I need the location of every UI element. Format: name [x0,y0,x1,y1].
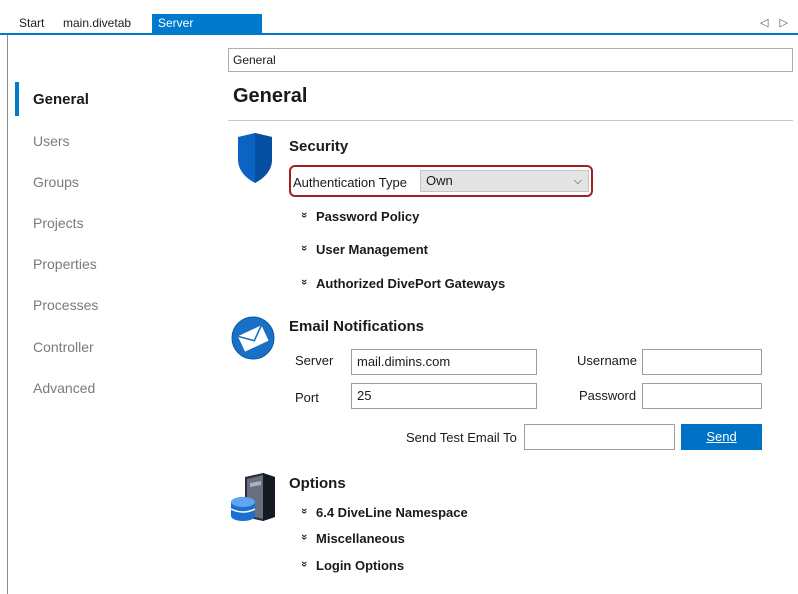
login-options-toggle[interactable]: » Login Options [298,558,404,573]
auth-type-label: Authentication Type [293,175,407,190]
double-chevron-down-icon: » [298,561,310,568]
security-section-title: Security [289,138,349,155]
username-label: Username [577,353,637,368]
options-section-title: Options [289,475,346,492]
tab-scroll-arrows[interactable]: ◁ ▷ [760,14,792,33]
port-input[interactable]: 25 [351,383,537,409]
double-chevron-down-icon: » [298,245,310,252]
diveline-namespace-label: 6.4 DiveLine Namespace [316,505,468,520]
send-test-email-label: Send Test Email To [406,430,517,445]
tab-main-divetab[interactable]: main.divetab [57,14,137,33]
send-button[interactable]: Send [681,424,762,450]
auth-type-value: Own [426,173,453,188]
send-test-email-input[interactable] [524,424,675,450]
password-label: Password [579,388,637,403]
sidebar-item-controller[interactable]: Controller [33,339,94,355]
title-divider [228,120,793,121]
double-chevron-down-icon: » [298,508,310,515]
username-input[interactable] [642,349,762,375]
password-input[interactable] [642,383,762,409]
authorized-gateways-toggle[interactable]: » Authorized DivePort Gateways [298,276,505,291]
sidebar-item-general[interactable]: General [33,91,89,108]
server-input[interactable]: mail.dimins.com [351,349,537,375]
user-management-label: User Management [316,242,428,257]
sidebar-active-indicator [15,82,19,116]
diveline-namespace-toggle[interactable]: » 6.4 DiveLine Namespace [298,505,468,520]
double-chevron-down-icon: » [298,212,310,219]
tab-start[interactable]: Start [13,14,50,33]
miscellaneous-label: Miscellaneous [316,531,405,546]
server-database-icon [230,473,275,521]
page-title: General [233,85,308,107]
sidebar-item-properties[interactable]: Properties [33,256,97,272]
double-chevron-down-icon: » [298,279,310,286]
sidebar-item-projects[interactable]: Projects [33,215,84,231]
envelope-icon [231,316,275,360]
port-label: Port [295,390,319,405]
tab-server-settings[interactable]: Server Settings* ✕ [152,14,262,50]
password-policy-label: Password Policy [316,209,420,224]
sidebar-item-advanced[interactable]: Advanced [33,380,95,396]
sidebar-item-processes[interactable]: Processes [33,297,98,313]
tab-strip: Start main.divetab Server Settings* ✕ ◁ ▷ [0,0,798,50]
chevron-down-icon: ⌵ [573,175,582,187]
authorized-gateways-label: Authorized DivePort Gateways [316,276,506,291]
server-label: Server [295,353,334,368]
sidebar-item-groups[interactable]: Groups [33,174,79,190]
user-management-toggle[interactable]: » User Management [298,242,428,257]
miscellaneous-toggle[interactable]: » Miscellaneous [298,531,405,546]
email-section-title: Email Notifications [289,318,425,335]
breadcrumb: General [228,48,793,72]
double-chevron-down-icon: » [298,534,310,541]
password-policy-toggle[interactable]: » Password Policy [298,209,419,224]
shield-icon [238,133,272,183]
sidebar-item-users[interactable]: Users [33,133,70,149]
login-options-label: Login Options [316,558,405,573]
auth-type-select[interactable]: Own ⌵ [420,170,589,192]
